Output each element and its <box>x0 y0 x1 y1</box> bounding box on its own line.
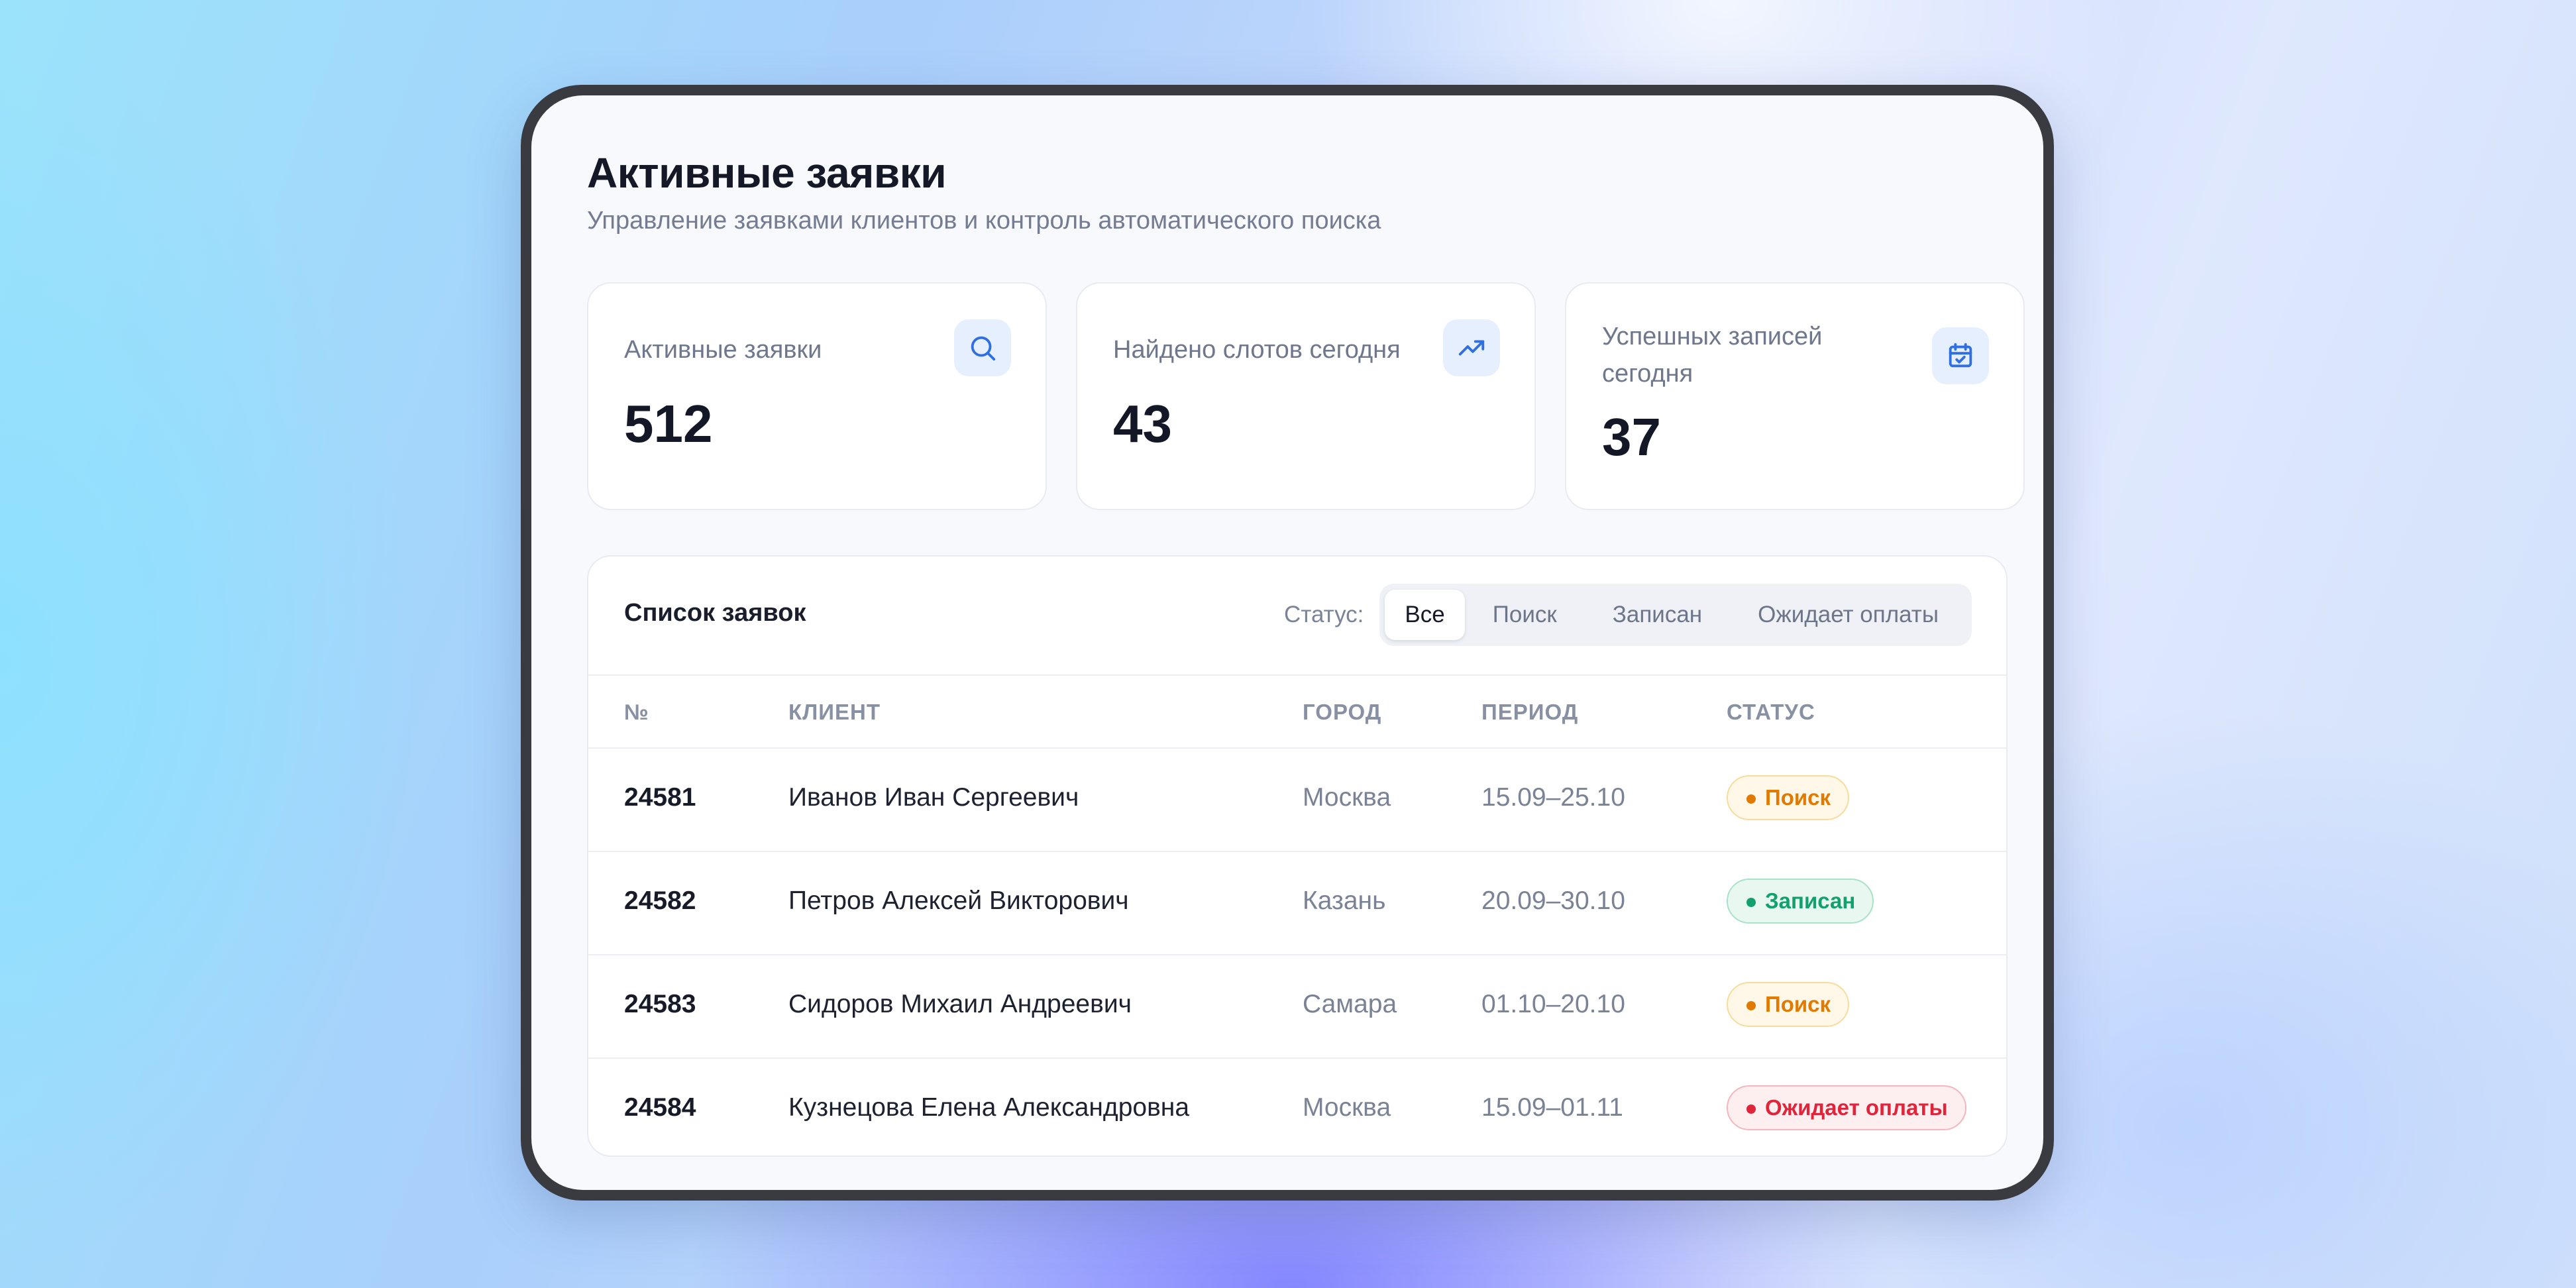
table-header: № КЛИЕНТ ГОРОД ПЕРИОД СТАТУС <box>588 676 2006 749</box>
stat-value: 512 <box>624 394 713 453</box>
calendar-check-icon <box>1932 327 1989 384</box>
stat-label: Найдено слотов сегодня <box>1113 336 1401 364</box>
trending-up-icon <box>1443 319 1500 376</box>
column-header-city[interactable]: ГОРОД <box>1303 700 1381 725</box>
column-header-status[interactable]: СТАТУС <box>1727 700 1815 725</box>
status-badge: Записан <box>1727 879 1874 924</box>
table-row[interactable]: 24584 Кузнецова Елена Александровна Моск… <box>588 1059 2006 1155</box>
list-header: Список заявок Статус: Все Поиск Записан … <box>588 557 2006 676</box>
stat-card-successful-bookings: Успешных записей сегодня 37 <box>1565 282 2025 510</box>
stat-value: 43 <box>1113 394 1172 453</box>
requests-table: № КЛИЕНТ ГОРОД ПЕРИОД СТАТУС 24581 Ивано… <box>588 676 2006 1155</box>
stat-card-slots-found: Найдено слотов сегодня 43 <box>1076 282 1536 510</box>
column-header-number[interactable]: № <box>624 700 649 725</box>
city: Казань <box>1303 886 1386 915</box>
period: 15.09–25.10 <box>1481 783 1625 812</box>
filter-all-button[interactable]: Все <box>1385 590 1465 640</box>
client-name: Петров Алексей Викторович <box>788 886 1129 915</box>
column-header-period[interactable]: ПЕРИОД <box>1481 700 1578 725</box>
filter-awaiting-payment-button[interactable]: Ожидает оплаты <box>1730 590 1966 640</box>
list-title: Список заявок <box>624 599 806 627</box>
city: Москва <box>1303 783 1391 812</box>
table-row[interactable]: 24583 Сидоров Михаил Андреевич Самара 01… <box>588 955 2006 1059</box>
client-name: Сидоров Михаил Андреевич <box>788 990 1132 1018</box>
stat-label: Активные заявки <box>624 336 822 364</box>
request-number: 24582 <box>624 886 696 915</box>
client-name: Иванов Иван Сергеевич <box>788 783 1079 812</box>
status-badge: Поиск <box>1727 982 1850 1027</box>
app-screen: Активные заявки Управление заявками клие… <box>531 95 2043 1190</box>
table-row[interactable]: 24581 Иванов Иван Сергеевич Москва 15.09… <box>588 749 2006 852</box>
search-icon <box>954 319 1011 376</box>
stats-row: Активные заявки 512 Найдено слотов сегод… <box>587 282 2025 510</box>
request-number: 24583 <box>624 990 696 1018</box>
page-subtitle: Управление заявками клиентов и контроль … <box>587 207 1381 235</box>
requests-list-card: Список заявок Статус: Все Поиск Записан … <box>587 555 2008 1157</box>
table-row[interactable]: 24582 Петров Алексей Викторович Казань 2… <box>588 852 2006 955</box>
city: Москва <box>1303 1093 1391 1122</box>
client-name: Кузнецова Елена Александровна <box>788 1093 1190 1122</box>
stat-label: Успешных записей сегодня <box>1602 323 1823 388</box>
status-segmented-control: Все Поиск Записан Ожидает оплаты <box>1379 584 1972 646</box>
status-filter: Статус: Все Поиск Записан Ожидает оплаты <box>1284 583 1972 647</box>
request-number: 24584 <box>624 1093 696 1122</box>
page-title: Активные заявки <box>587 149 947 197</box>
device-frame: Активные заявки Управление заявками клие… <box>521 85 2054 1201</box>
status-badge: Поиск <box>1727 775 1850 820</box>
column-header-client[interactable]: КЛИЕНТ <box>788 700 881 725</box>
period: 20.09–30.10 <box>1481 886 1625 915</box>
filter-booked-button[interactable]: Записан <box>1585 590 1730 640</box>
period: 01.10–20.10 <box>1481 990 1625 1018</box>
status-badge: Ожидает оплаты <box>1727 1085 1966 1130</box>
request-number: 24581 <box>624 783 696 812</box>
filter-search-button[interactable]: Поиск <box>1465 590 1585 640</box>
city: Самара <box>1303 990 1397 1018</box>
stat-value: 37 <box>1602 407 1661 466</box>
stat-card-active-requests: Активные заявки 512 <box>587 282 1047 510</box>
status-filter-label: Статус: <box>1284 602 1364 627</box>
period: 15.09–01.11 <box>1481 1093 1623 1122</box>
